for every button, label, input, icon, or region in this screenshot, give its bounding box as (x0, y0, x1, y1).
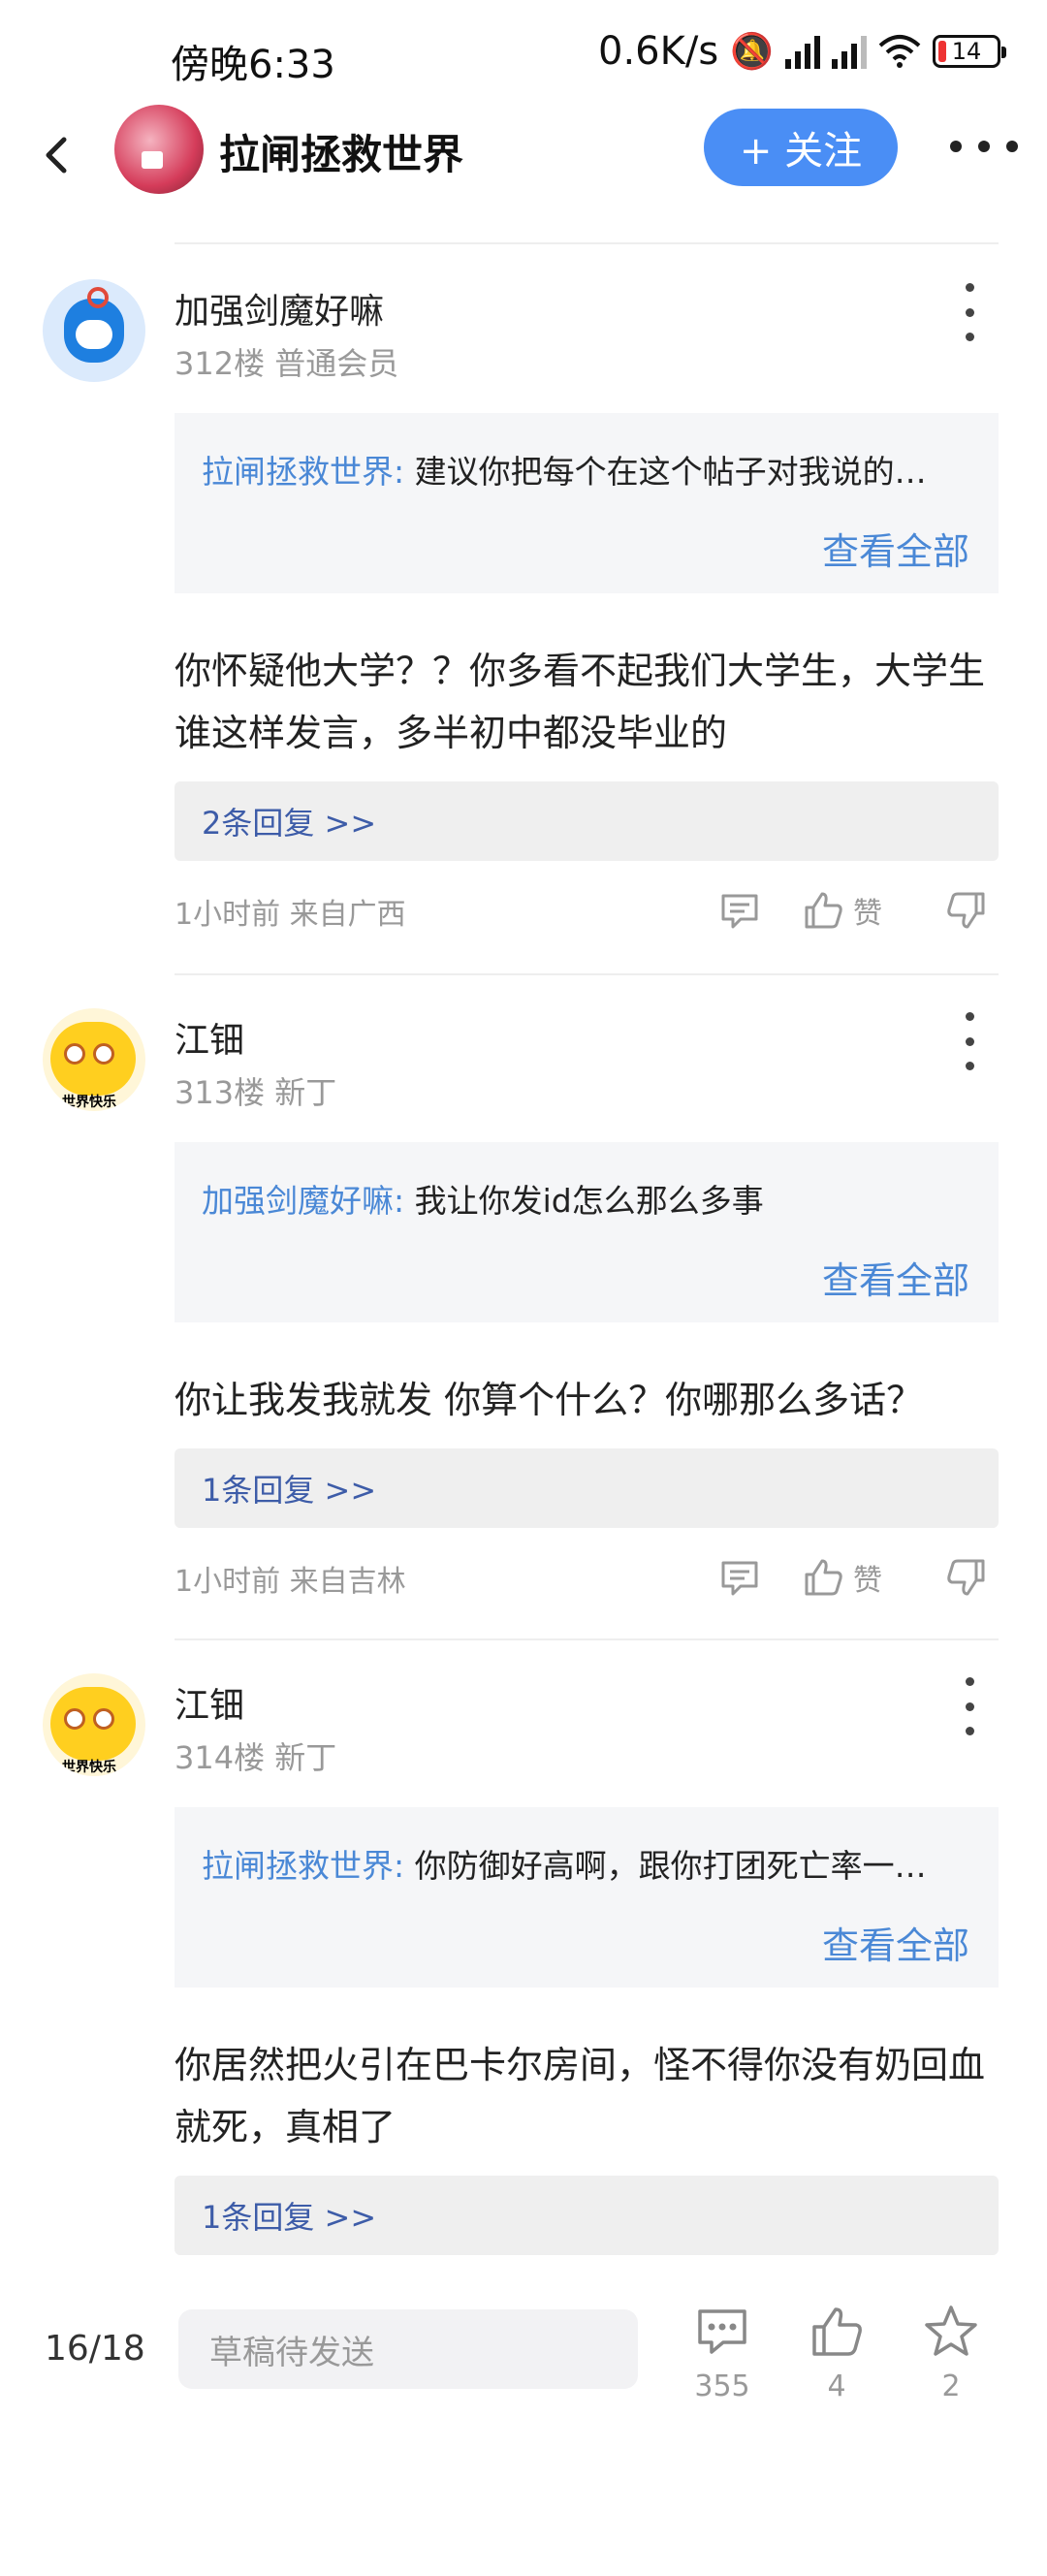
replies-link[interactable]: 1条回复 >> (174, 2176, 999, 2255)
dislike-button[interactable] (944, 886, 989, 935)
quote-text: 我让你发id怎么那么多事 (414, 1182, 764, 1220)
follow-button[interactable]: + 关注 (704, 109, 898, 186)
commenter-name[interactable]: 江钿 (174, 1012, 244, 1063)
avatar-tag: 世界快乐 (62, 1095, 116, 1110)
comment-menu-icon[interactable] (960, 1012, 979, 1070)
divider (174, 973, 999, 975)
quote-line: 加强剑魔好嘛: 我让你发id怎么那么多事 (202, 1175, 977, 1222)
comment-menu-icon[interactable] (960, 1677, 979, 1735)
author-name[interactable]: 拉闸拯救世界 (219, 122, 463, 181)
comment-menu-icon[interactable] (960, 283, 979, 341)
author-avatar[interactable] (114, 105, 204, 194)
floor-number: 313楼 (174, 1074, 266, 1111)
comment-bubble-icon (698, 2309, 746, 2354)
floor-number: 314楼 (174, 1739, 266, 1776)
thumbs-up-icon (812, 2307, 862, 2356)
commenter-name[interactable]: 加强剑魔好嘛 (174, 283, 384, 334)
divider (174, 242, 999, 244)
status-bar: 傍晚6:33 0.6K/s 🔕 14 (0, 0, 1047, 107)
member-level: 新丁 (274, 1739, 337, 1776)
like-label: 赞 (853, 1564, 882, 1598)
floor-info: 312楼 普通会员 (174, 339, 398, 384)
member-level: 新丁 (274, 1074, 337, 1111)
avatar[interactable]: 世界快乐 (43, 1673, 145, 1776)
comment-text: 你怀疑他大学？？你多看不起我们大学生，大学生谁这样发言，多半初中都没毕业的 (174, 650, 986, 754)
comment-text: 你居然把火引在巴卡尔房间，怪不得你没有奶回血就死，真相了 (174, 2044, 986, 2148)
chevron-left-icon (46, 137, 67, 174)
floor-info: 314楼 新丁 (174, 1733, 336, 1778)
signal-icon-2 (832, 34, 867, 69)
comments-button[interactable]: 355 (679, 2302, 766, 2403)
wifi-icon (878, 35, 921, 68)
page-indicator[interactable]: 16/18 (45, 2329, 145, 2369)
quote-author: 加强剑魔好嘛: (202, 1182, 405, 1220)
avatar[interactable] (43, 279, 145, 382)
time-location: 1小时前 来自广西 (174, 898, 406, 932)
stars-count: 2 (941, 2369, 961, 2403)
status-right: 0.6K/s 🔕 14 (598, 29, 1006, 74)
reply-button[interactable] (717, 886, 762, 935)
reply-input[interactable]: 草稿待发送 (178, 2309, 638, 2389)
replies-link[interactable]: 1条回复 >> (174, 1448, 999, 1528)
battery-icon: 14 (933, 35, 1006, 68)
thumbs-up-icon (805, 1559, 842, 1596)
net-speed: 0.6K/s (598, 29, 719, 74)
like-post-button[interactable]: 4 (793, 2302, 880, 2403)
comments-count: 355 (694, 2369, 750, 2403)
quote-text: 你防御好高啊，跟你打团死亡率一… (414, 1847, 927, 1885)
quoted-comment[interactable]: 拉闸拯救世界: 建议你把每个在这个帖子对我说的… 查看全部 (174, 413, 999, 593)
view-all-link[interactable]: 查看全部 (822, 1251, 969, 1304)
avatar[interactable]: 世界快乐 (43, 1008, 145, 1111)
like-button[interactable]: 赞 (801, 1553, 882, 1602)
mute-icon: 🔕 (730, 32, 774, 72)
bottom-bar: 16/18 草稿待发送 355 4 2 (0, 2278, 1047, 2453)
likes-count: 4 (827, 2369, 846, 2403)
comment-icon (721, 894, 758, 929)
comment-icon (721, 1561, 758, 1596)
quote-line: 拉闸拯救世界: 你防御好高啊，跟你打团死亡率一… (202, 1840, 977, 1887)
view-all-link[interactable]: 查看全部 (822, 1916, 969, 1969)
commenter-name[interactable]: 江钿 (174, 1677, 244, 1728)
more-options-icon[interactable] (950, 132, 1018, 161)
dislike-button[interactable] (944, 1553, 989, 1602)
floor-number: 312楼 (174, 345, 266, 382)
quote-line: 拉闸拯救世界: 建议你把每个在这个帖子对我说的… (202, 446, 977, 493)
floor-info: 313楼 新丁 (174, 1068, 336, 1113)
battery-level: 14 (951, 38, 982, 65)
thread-header: 拉闸拯救世界 + 关注 (0, 97, 1047, 213)
avatar-tag: 世界快乐 (62, 1760, 116, 1775)
favorite-button[interactable]: 2 (907, 2302, 995, 2403)
comment-text: 你让我发我就发 你算个什么？你哪那么多话？ (174, 1379, 924, 1421)
time-location: 1小时前 来自吉林 (174, 1565, 406, 1599)
reply-button[interactable] (717, 1553, 762, 1602)
status-time: 傍晚6:33 (171, 43, 335, 87)
thumbs-up-icon (805, 892, 842, 929)
signal-icon (785, 34, 820, 69)
like-button[interactable]: 赞 (801, 886, 882, 935)
view-all-link[interactable]: 查看全部 (822, 522, 969, 575)
back-button[interactable] (29, 126, 87, 184)
replies-link[interactable]: 2条回复 >> (174, 781, 999, 861)
divider (174, 1638, 999, 1640)
star-icon (925, 2306, 977, 2356)
like-label: 赞 (853, 897, 882, 931)
quoted-comment[interactable]: 拉闸拯救世界: 你防御好高啊，跟你打团死亡率一… 查看全部 (174, 1807, 999, 1988)
thumbs-down-icon (947, 1559, 985, 1596)
quote-author: 拉闸拯救世界: (202, 453, 405, 491)
quoted-comment[interactable]: 加强剑魔好嘛: 我让你发id怎么那么多事 查看全部 (174, 1142, 999, 1322)
quote-text: 建议你把每个在这个帖子对我说的… (414, 453, 927, 491)
thumbs-down-icon (947, 892, 985, 929)
quote-author: 拉闸拯救世界: (202, 1847, 405, 1885)
member-level: 普通会员 (274, 345, 399, 382)
